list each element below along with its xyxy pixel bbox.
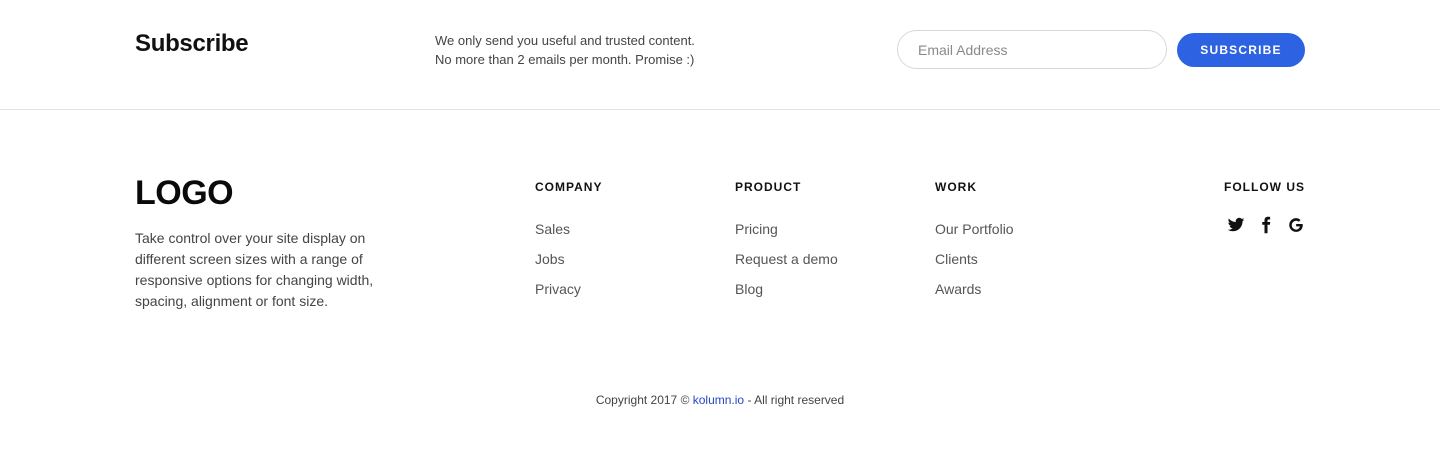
work-heading: WORK <box>935 180 977 194</box>
link-clients[interactable]: Clients <box>935 250 1014 280</box>
link-privacy[interactable]: Privacy <box>535 280 602 310</box>
company-heading: COMPANY <box>535 180 603 194</box>
copyright-suffix: - All right reserved <box>747 393 845 407</box>
subscribe-description: We only send you useful and trusted cont… <box>435 31 695 69</box>
link-sales[interactable]: Sales <box>535 220 602 250</box>
product-column: PRODUCT Pricing Request a demo Blog <box>735 180 838 310</box>
link-blog[interactable]: Blog <box>735 280 838 310</box>
twitter-icon[interactable] <box>1227 216 1245 234</box>
social-links <box>1224 216 1305 234</box>
link-awards[interactable]: Awards <box>935 280 1014 310</box>
copyright-prefix: Copyright 2017 © <box>595 393 690 407</box>
email-address-input[interactable] <box>897 30 1167 69</box>
facebook-icon[interactable] <box>1257 216 1275 234</box>
subscribe-description-line-1: We only send you useful and trusted cont… <box>435 33 695 48</box>
google-icon[interactable] <box>1287 216 1305 234</box>
subscribe-title: Subscribe <box>135 30 249 57</box>
follow-us-heading: FOLLOW US <box>1224 180 1305 194</box>
copyright: Copyright 2017 © kolumn.io - All right r… <box>0 393 1440 407</box>
link-jobs[interactable]: Jobs <box>535 250 602 280</box>
subscribe-description-line-2: No more than 2 emails per month. Promise… <box>435 52 695 67</box>
kolumn-link[interactable]: kolumn.io <box>693 393 744 407</box>
work-column: WORK Our Portfolio Clients Awards <box>935 180 1014 310</box>
subscribe-bar: Subscribe We only send you useful and tr… <box>0 0 1440 110</box>
link-our-portfolio[interactable]: Our Portfolio <box>935 220 1014 250</box>
company-column: COMPANY Sales Jobs Privacy <box>535 180 602 310</box>
link-pricing[interactable]: Pricing <box>735 220 838 250</box>
brand-description: Take control over your site display on d… <box>135 230 374 309</box>
logo[interactable]: LOGO <box>135 174 234 213</box>
product-heading: PRODUCT <box>735 180 802 194</box>
subscribe-button[interactable]: SUBSCRIBE <box>1177 33 1305 67</box>
link-request-demo[interactable]: Request a demo <box>735 250 838 280</box>
follow-us: FOLLOW US <box>1224 180 1305 234</box>
